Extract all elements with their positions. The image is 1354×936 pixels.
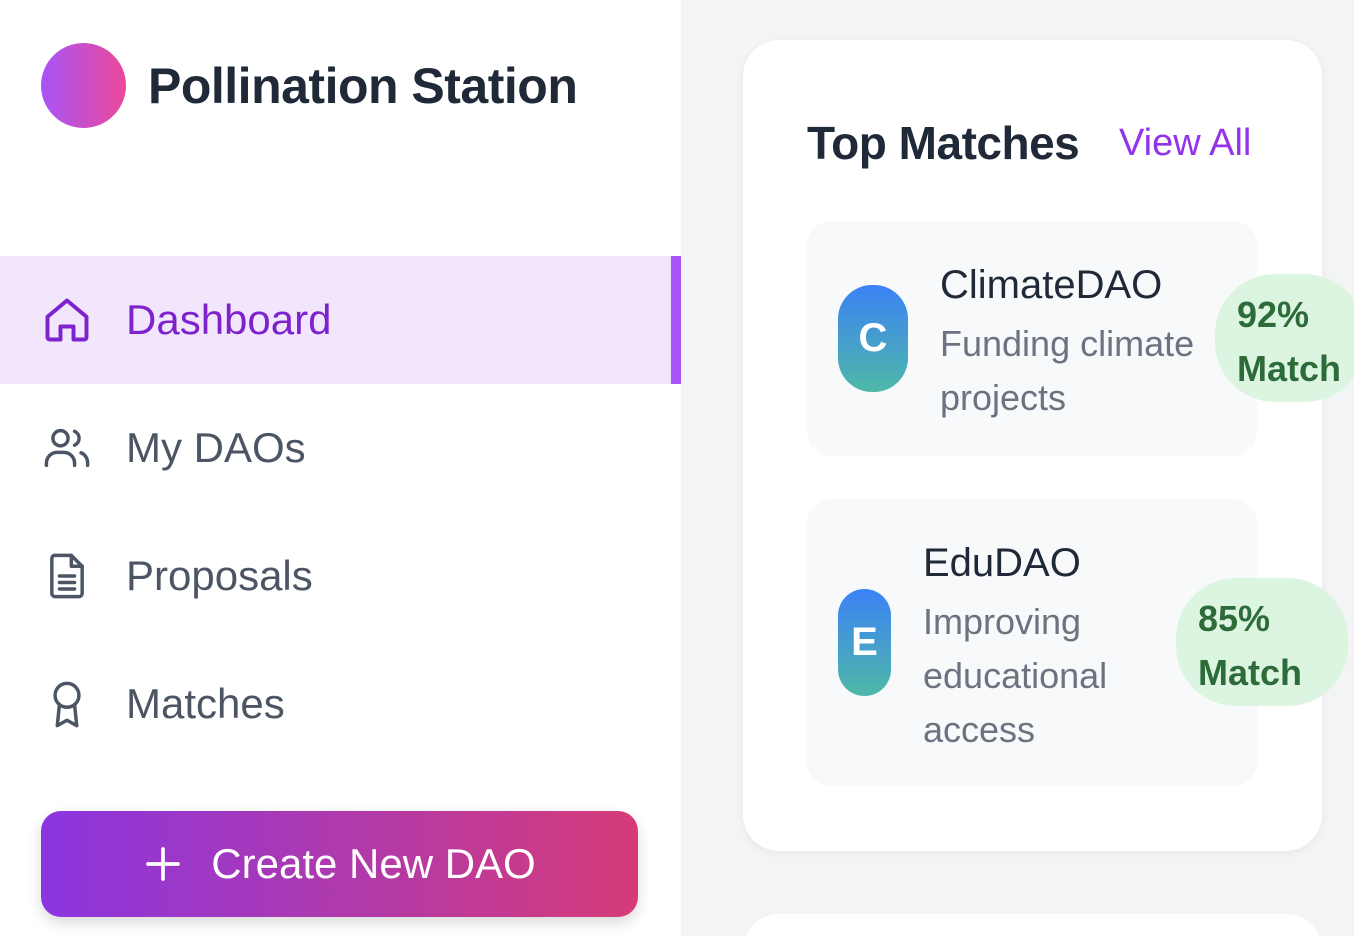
sidebar-item-proposals[interactable]: Proposals: [0, 512, 681, 640]
dao-name: EduDAO: [923, 541, 1081, 585]
app: Pollination Station Dashboard My DAOs Pr…: [0, 0, 1354, 936]
sidebar-item-my-daos[interactable]: My DAOs: [0, 384, 681, 512]
brand-logo: [41, 43, 126, 128]
match-item[interactable]: E EduDAO Improving educational access 85…: [807, 499, 1348, 786]
award-icon: [41, 678, 93, 730]
match-badge: 92% Match: [1215, 274, 1354, 402]
view-all-link[interactable]: View All: [1119, 122, 1251, 165]
document-icon: [41, 550, 93, 602]
brand-name: Pollination Station: [148, 57, 578, 114]
users-icon: [41, 422, 93, 474]
sidebar-item-dashboard[interactable]: Dashboard: [0, 256, 681, 384]
top-matches-title: Top Matches: [807, 117, 1080, 169]
create-new-dao-label: Create New DAO: [211, 840, 536, 887]
dao-avatar: E: [838, 589, 891, 696]
dao-name: ClimateDAO: [940, 263, 1163, 307]
plus-icon: [143, 844, 183, 884]
sidebar: Pollination Station Dashboard My DAOs Pr…: [0, 0, 681, 936]
match-item[interactable]: C ClimateDAO Funding climate projects 92…: [807, 221, 1354, 456]
sidebar-item-label: Matches: [126, 680, 285, 727]
dao-avatar: C: [838, 285, 908, 392]
sidebar-item-label: Dashboard: [126, 296, 332, 343]
sidebar-item-matches[interactable]: Matches: [0, 640, 681, 768]
dao-description: Improving educational access: [923, 601, 1108, 750]
create-new-dao-button[interactable]: Create New DAO: [41, 811, 638, 917]
match-badge: 85% Match: [1176, 578, 1348, 706]
sidebar-nav: Dashboard My DAOs Proposals Matches: [0, 256, 681, 768]
dao-description: Funding climate projects: [940, 323, 1195, 418]
next-card: [743, 914, 1322, 936]
home-icon: [41, 294, 93, 346]
sidebar-item-label: My DAOs: [126, 424, 306, 471]
top-matches-card: Top Matches View All C ClimateDAO Fundin…: [743, 40, 1354, 851]
brand[interactable]: Pollination Station: [41, 43, 578, 128]
sidebar-item-label: Proposals: [126, 552, 313, 599]
